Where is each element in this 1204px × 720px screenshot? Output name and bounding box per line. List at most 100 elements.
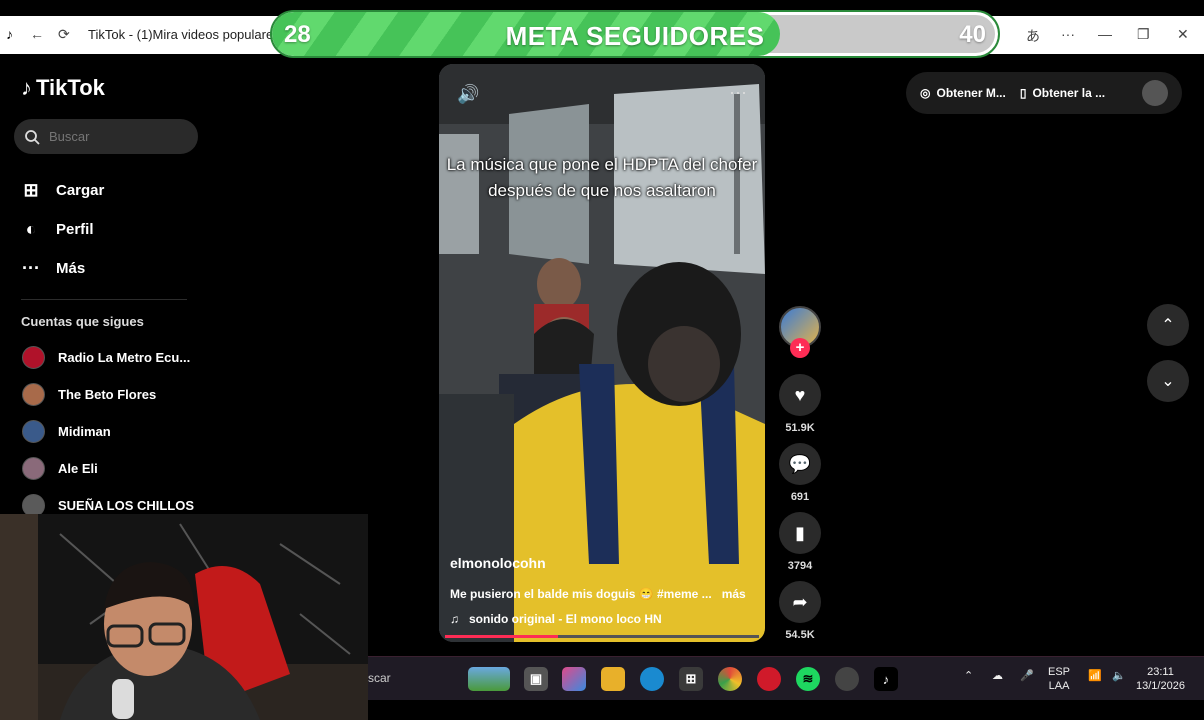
comment-count: 691 <box>790 491 810 503</box>
get-app-label: Obtener la ... <box>1032 86 1106 100</box>
more-icon: ··· <box>22 258 40 278</box>
microphone-icon[interactable]: 🎤 <box>1020 669 1034 683</box>
tiktok-logo[interactable]: ♪ TikTok <box>21 75 105 101</box>
share-action[interactable]: ➦ 54.5K <box>779 581 821 641</box>
logo-text: TikTok <box>36 75 105 100</box>
sidebar-divider <box>21 299 187 300</box>
nav-more[interactable]: ··· Más <box>21 258 85 279</box>
minimize-icon[interactable]: — <box>1098 26 1112 42</box>
widgets-icon[interactable] <box>468 667 510 691</box>
volume-tray-icon[interactable]: 🔈 <box>1112 669 1126 683</box>
task-view-icon[interactable]: ▣ <box>524 667 548 691</box>
more-options-icon[interactable]: ··· <box>1061 26 1075 42</box>
following-item[interactable]: Midiman <box>22 420 111 443</box>
obs-icon[interactable] <box>835 667 859 691</box>
refresh-icon[interactable]: ⟳ <box>58 26 70 43</box>
back-icon[interactable]: ← <box>30 26 44 42</box>
chevron-up-icon: ⌃ <box>1161 317 1175 334</box>
copilot-icon[interactable] <box>562 667 586 691</box>
onedrive-icon[interactable]: ☁ <box>992 669 1003 683</box>
sound-label: sonido original - El mono loco HN <box>469 612 662 626</box>
nav-profile[interactable]: ◐ Perfil <box>21 219 94 240</box>
search-icon <box>25 129 40 145</box>
close-icon[interactable]: ✕ <box>1177 26 1189 43</box>
user-avatar[interactable] <box>1142 80 1168 106</box>
clock-date: 13/1/2026 <box>1136 680 1185 692</box>
upload-icon: ⊞ <box>23 180 39 200</box>
edge-icon[interactable] <box>640 667 664 691</box>
comment-icon[interactable]: 💬 <box>779 443 821 485</box>
video-player[interactable]: 🔊 ··· La música que pone el HDPTA del ch… <box>439 64 765 642</box>
previous-video-button[interactable]: ⌃ <box>1147 304 1189 346</box>
bookmark-icon[interactable]: ▮ <box>779 512 821 554</box>
goal-title: META SEGUIDORES <box>505 21 765 51</box>
input-language[interactable]: ESP LAA <box>1048 665 1070 693</box>
store-icon[interactable]: ⊞ <box>679 667 703 691</box>
coin-icon: ◎ <box>920 86 931 100</box>
wifi-icon[interactable]: 📶 <box>1088 669 1102 683</box>
following-item[interactable]: Radio La Metro Ecu... <box>22 346 190 369</box>
chrome-icon[interactable] <box>718 667 742 691</box>
following-name: Midiman <box>58 424 111 439</box>
like-count: 51.9K <box>785 422 815 434</box>
get-coins-button[interactable]: ◎ Obtener M... <box>920 86 1006 100</box>
share-count: 54.5K <box>785 629 815 641</box>
video-caption: La música que pone el HDPTA del chofer d… <box>446 155 758 200</box>
file-explorer-icon[interactable] <box>601 667 625 691</box>
video-progress-fill <box>445 635 559 638</box>
tab-title[interactable]: TikTok - (1)Mira videos populares <box>88 27 280 42</box>
follower-goal-bar: 28 META SEGUIDORES 40 <box>270 10 1000 58</box>
following-item[interactable]: The Beto Flores <box>22 383 156 406</box>
search-bar[interactable] <box>14 119 198 154</box>
next-video-button[interactable]: ⌄ <box>1147 360 1189 402</box>
comment-action[interactable]: 💬 691 <box>779 443 821 503</box>
follow-plus-icon[interactable]: + <box>790 338 810 358</box>
translate-icon[interactable]: あ <box>1026 26 1040 46</box>
restore-icon[interactable]: ❐ <box>1137 26 1150 43</box>
tray-chevron-icon[interactable]: ⌃ <box>964 669 973 683</box>
nav-upload[interactable]: ⊞ Cargar <box>21 180 104 201</box>
save-count: 3794 <box>787 560 813 572</box>
windows-taskbar: scar ▣ ⊞ ≋ ♪ ⌃ ☁ 🎤 ESP LAA 📶 🔈 23:11 13/1/… <box>368 656 1204 700</box>
avatar <box>22 420 45 443</box>
tiktok-logo-icon: ♪ <box>21 75 32 100</box>
volume-icon[interactable]: 🔊 <box>457 84 479 105</box>
search-input[interactable] <box>49 129 179 144</box>
music-note-icon: ♫ <box>450 612 459 626</box>
clock[interactable]: 23:11 13/1/2026 <box>1136 665 1185 693</box>
nav-label: Cargar <box>56 182 105 199</box>
following-name: Ale Eli <box>58 461 98 476</box>
save-action[interactable]: ▮ 3794 <box>779 512 821 572</box>
more-link[interactable]: más <box>722 587 746 601</box>
like-action[interactable]: ♥ 51.9K <box>779 374 821 434</box>
following-item[interactable]: Ale Eli <box>22 457 98 480</box>
webcam-overlay <box>0 514 368 720</box>
tiktok-favicon-icon: ♪ <box>6 26 13 42</box>
lang-top: ESP <box>1048 666 1071 678</box>
avatar <box>22 383 45 406</box>
heart-icon[interactable]: ♥ <box>779 374 821 416</box>
opera-icon[interactable] <box>757 667 781 691</box>
video-sound[interactable]: ♫ sonido original - El mono loco HN <box>450 612 662 626</box>
get-app-button[interactable]: ▯ Obtener la ... <box>1020 86 1105 100</box>
video-username[interactable]: elmonolocohn <box>450 555 546 571</box>
video-progress-bar[interactable] <box>445 635 759 638</box>
tiktok-app-icon[interactable]: ♪ <box>874 667 898 691</box>
lang-bottom: LAA <box>1048 680 1070 692</box>
spotify-icon[interactable]: ≋ <box>796 667 820 691</box>
screen: ♪ ← ⟳ TikTok - (1)Mira videos populares … <box>0 0 1204 720</box>
goal-target: 40 <box>959 21 986 48</box>
nav-label: Perfil <box>56 221 94 238</box>
get-coins-label: Obtener M... <box>936 86 1006 100</box>
clock-time: 23:11 <box>1147 666 1174 678</box>
video-description: Me pusieron el balde mis doguis 😁 #meme … <box>450 587 746 601</box>
share-icon[interactable]: ➦ <box>779 581 821 623</box>
following-name: Radio La Metro Ecu... <box>58 350 191 365</box>
description-text: Me pusieron el balde mis doguis 😁 #meme … <box>450 587 712 601</box>
profile-avatar-icon: ◐ <box>25 219 37 239</box>
nav-label: Más <box>56 260 86 277</box>
following-title: Cuentas que sigues <box>21 314 144 329</box>
taskbar-search[interactable]: scar <box>368 671 391 685</box>
video-more-icon[interactable]: ··· <box>729 82 747 103</box>
following-name: SUEÑA LOS CHILLOS <box>58 498 195 513</box>
